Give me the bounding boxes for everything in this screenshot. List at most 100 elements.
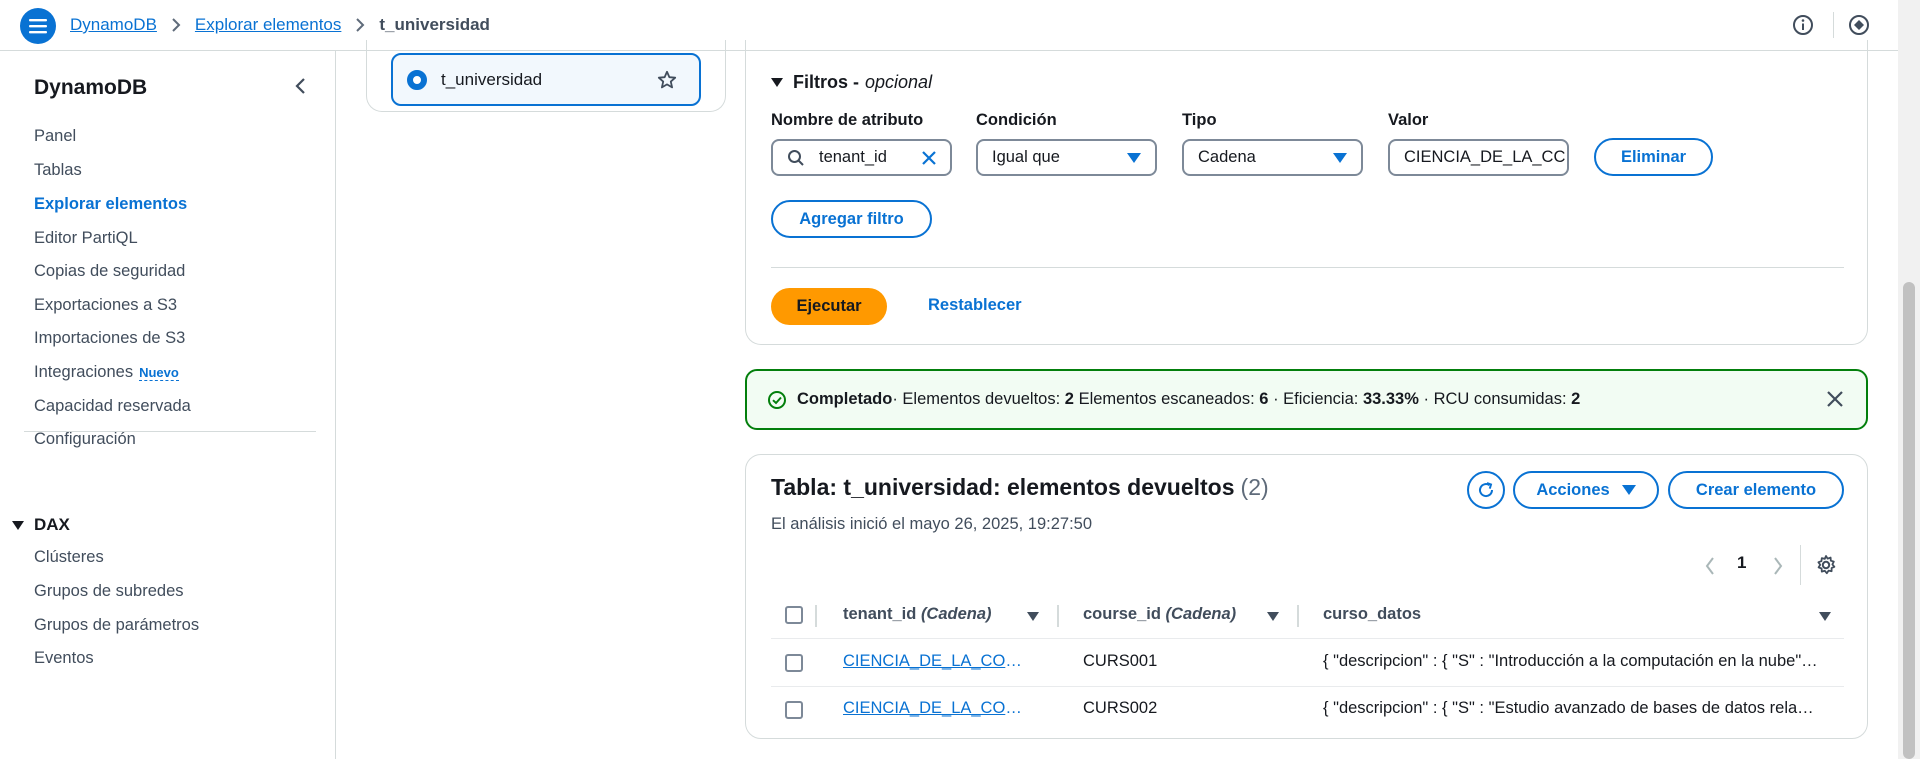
sidebar-divider: [24, 431, 316, 432]
chevron-left-icon[interactable]: [1704, 556, 1716, 576]
column-type: (Cadena): [1165, 605, 1237, 623]
breadcrumb-explore-items-link[interactable]: Explorar elementos: [195, 15, 341, 35]
table-option-selected[interactable]: t_universidad: [391, 53, 701, 106]
table-row-curso-datos: { "descripcion" : { "S" : "Estudio avanz…: [1323, 699, 1820, 717]
refresh-icon: [1479, 482, 1494, 498]
table-row-tenant-id-link[interactable]: CIENCIA_DE_LA_COMPUTACION: [843, 699, 1035, 718]
create-item-button[interactable]: Crear elemento: [1668, 471, 1844, 509]
row-divider: [771, 686, 1844, 687]
reset-button[interactable]: Restablecer: [928, 296, 1022, 315]
success-alert: Completado· Elementos devueltos: 2 Eleme…: [745, 369, 1868, 430]
remove-filter-button[interactable]: Eliminar: [1594, 138, 1713, 176]
page-scrollbar-thumb[interactable]: [1903, 282, 1915, 759]
sidebar-item-clusters[interactable]: Clústeres: [34, 548, 104, 567]
filters-title: Filtros: [793, 72, 849, 92]
alert-efficiency-label: · Eficiencia:: [1273, 390, 1359, 408]
alert-returned-value: 2: [1064, 390, 1074, 408]
filters-optional-label: opcional: [865, 72, 933, 92]
run-button[interactable]: Ejecutar: [771, 288, 887, 325]
breadcrumb: DynamoDB Explorar elementos t_universida…: [70, 15, 490, 35]
column-separator: [1057, 605, 1059, 627]
row-checkbox[interactable]: [785, 654, 803, 672]
breadcrumb-dynamodb-link[interactable]: DynamoDB: [70, 15, 157, 35]
type-select[interactable]: Cadena: [1182, 139, 1363, 176]
condition-select[interactable]: Igual que: [976, 139, 1157, 176]
sort-caret-icon[interactable]: [1819, 612, 1831, 621]
radio-selected[interactable]: [407, 69, 427, 90]
refresh-button[interactable]: [1467, 471, 1505, 509]
sidebar-item-backups[interactable]: Copias de seguridad: [34, 262, 185, 281]
column-name: curso_datos: [1323, 605, 1422, 623]
collapse-chevron-icon[interactable]: [292, 77, 310, 95]
filters-divider: [771, 267, 1844, 268]
value-input[interactable]: CIENCIA_DE_LA_CC: [1388, 139, 1569, 176]
sidebar-item-explore-items[interactable]: Explorar elementos: [34, 195, 187, 214]
sidebar-item-integrations[interactable]: Integraciones Nuevo: [34, 363, 179, 382]
column-header-course-id[interactable]: course_id (Cadena): [1083, 605, 1236, 624]
page-number[interactable]: 1: [1737, 553, 1746, 573]
sidebar-item-tables[interactable]: Tablas: [34, 161, 82, 180]
sidebar-item-subnet-groups[interactable]: Grupos de subredes: [34, 582, 184, 601]
clear-icon[interactable]: [920, 149, 938, 167]
close-icon[interactable]: [1826, 390, 1844, 408]
column-name: course_id: [1083, 605, 1161, 623]
sidebar-item-settings[interactable]: Configuración: [34, 430, 136, 449]
actions-button[interactable]: Acciones: [1513, 471, 1659, 509]
chevron-right-icon: [355, 18, 365, 32]
column-separator: [815, 605, 817, 627]
sidebar-item-partiql-editor[interactable]: Editor PartiQL: [34, 229, 138, 248]
feedback-icon[interactable]: [1848, 14, 1870, 36]
column-header-tenant-id[interactable]: tenant_id (Cadena): [843, 605, 992, 624]
sidebar-item-imports-s3[interactable]: Importaciones de S3: [34, 329, 185, 348]
type-value: Cadena: [1198, 148, 1256, 166]
column-header-curso-datos[interactable]: curso_datos: [1323, 605, 1421, 624]
sidebar-item-events[interactable]: Eventos: [34, 649, 94, 668]
sidebar-item-panel[interactable]: Panel: [34, 127, 76, 146]
condition-value: Igual que: [992, 148, 1060, 166]
menu-button[interactable]: [20, 8, 56, 44]
success-check-icon: [768, 390, 786, 409]
sidebar-item-exports-s3[interactable]: Exportaciones a S3: [34, 296, 177, 315]
sidebar-item-reserved-capacity[interactable]: Capacidad reservada: [34, 397, 191, 416]
filters-toggle[interactable]: Filtros - opcional: [771, 72, 932, 93]
table-name: t_universidad: [441, 69, 543, 89]
top-divider: [1833, 12, 1834, 38]
search-icon: [788, 149, 804, 166]
alert-status: Completado: [797, 390, 893, 408]
sidebar-section-dax[interactable]: DAX: [12, 515, 70, 535]
condition-label: Condición: [976, 111, 1057, 129]
add-filter-button[interactable]: Agregar filtro: [771, 200, 932, 238]
type-label: Tipo: [1182, 111, 1217, 129]
column-separator: [1297, 605, 1299, 627]
column-name: tenant_id: [843, 605, 917, 623]
settings-gear-icon[interactable]: [1815, 554, 1837, 576]
select-all-checkbox[interactable]: [785, 606, 803, 624]
chevron-right-icon: [171, 18, 181, 32]
results-title: Tabla: t_universidad: elementos devuelto…: [771, 474, 1269, 501]
results-title-text: Tabla: t_universidad: elementos devuelto…: [771, 474, 1235, 500]
table-row-course-id: CURS002: [1083, 699, 1158, 717]
sort-caret-icon[interactable]: [1027, 612, 1039, 621]
table-row-tenant-id-link[interactable]: CIENCIA_DE_LA_COMPUTACION: [843, 652, 1035, 671]
row-checkbox[interactable]: [785, 701, 803, 719]
info-icon[interactable]: [1792, 14, 1814, 36]
star-icon[interactable]: [657, 70, 677, 90]
chevron-right-icon[interactable]: [1772, 556, 1784, 576]
breadcrumb-current: t_universidad: [379, 15, 490, 34]
table-row-course-id: CURS001: [1083, 652, 1158, 670]
attribute-name-input[interactable]: tenant_id: [771, 139, 952, 176]
new-badge: Nuevo: [139, 365, 179, 381]
sidebar-item-parameter-groups[interactable]: Grupos de parámetros: [34, 616, 199, 635]
column-type: (Cadena): [920, 605, 992, 623]
alert-rcu-label: · RCU consumidas:: [1423, 390, 1567, 408]
alert-rcu-value: 2: [1571, 390, 1581, 408]
value-label: Valor: [1388, 111, 1429, 129]
results-count: (2): [1240, 474, 1269, 500]
alert-scanned-value: 6: [1259, 390, 1269, 408]
attribute-name-value: tenant_id: [819, 148, 887, 166]
caret-down-icon: [1127, 153, 1141, 163]
sidebar-item-label: Integraciones: [34, 363, 134, 381]
results-subtitle: El análisis inició el mayo 26, 2025, 19:…: [771, 515, 1093, 533]
sort-caret-icon[interactable]: [1267, 612, 1279, 621]
value-input-text: CIENCIA_DE_LA_CC: [1404, 148, 1566, 166]
